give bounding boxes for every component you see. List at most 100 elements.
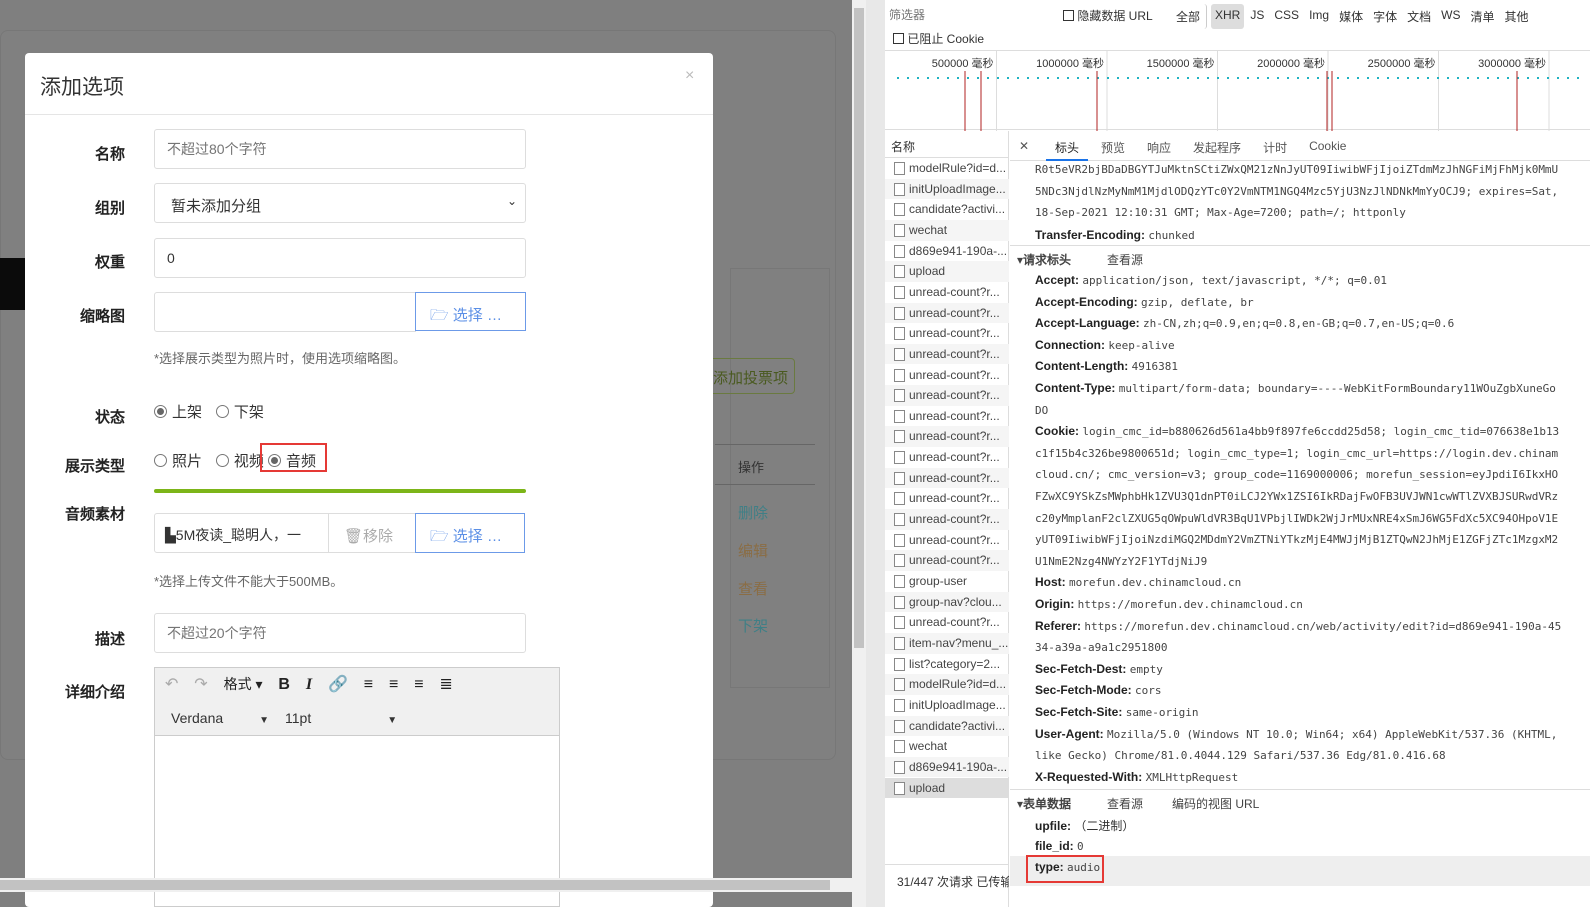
font-size-dropdown[interactable]: 11pt ▼: [285, 710, 397, 726]
type-filter-1[interactable]: XHR: [1211, 4, 1245, 29]
timeline-request-mark: [1087, 77, 1089, 79]
delete-link[interactable]: 删除: [738, 502, 768, 523]
link-icon[interactable]: 🔗: [328, 674, 348, 694]
close-icon[interactable]: ×: [685, 67, 694, 85]
details-tab-0[interactable]: 标头: [1046, 131, 1089, 161]
audio-choose-button[interactable]: 🗁 选择 …: [415, 513, 525, 553]
page-scrollbar[interactable]: [852, 0, 866, 907]
web-page-overlay: 添加投票项 操作 删除 编辑 查看 下架 添加选项 × 名称 组别 暂未添加分组…: [0, 0, 852, 907]
view-source-link[interactable]: 查看源: [1107, 795, 1143, 812]
description-input[interactable]: [154, 613, 526, 653]
redo-icon[interactable]: ↷: [194, 674, 207, 694]
timeline-request-mark: [1297, 77, 1299, 79]
timeline-request-mark: [1507, 77, 1509, 79]
timeline-request-mark: [1187, 77, 1189, 79]
devtools-divider[interactable]: [866, 0, 885, 907]
type-filter-5[interactable]: 媒体: [1335, 4, 1367, 29]
view-link[interactable]: 查看: [738, 578, 768, 599]
view-source-link[interactable]: 查看源: [1107, 251, 1143, 268]
audio-choose-label: 选择 …: [452, 528, 502, 545]
type-filter-9[interactable]: 清单: [1466, 4, 1498, 29]
align-center-icon[interactable]: ≡: [389, 676, 398, 694]
align-left-icon[interactable]: ≡: [364, 676, 373, 694]
thumbnail-path: [154, 292, 416, 332]
close-details-icon[interactable]: ✕: [1019, 139, 1029, 153]
details-tab-3[interactable]: 发起程序: [1184, 131, 1250, 161]
hide-data-url-checkbox[interactable]: 隐藏数据 URL: [1063, 7, 1153, 24]
align-right-icon[interactable]: ≡: [414, 676, 423, 694]
weight-label: 权重: [94, 254, 125, 271]
response-header-value: 18-Sep-2021 12:10:31 GMT; Max-Age=7200; …: [1035, 206, 1406, 220]
timeline-request-mark: [1157, 77, 1159, 79]
type-filter-3[interactable]: CSS: [1270, 4, 1303, 29]
type-filter-10[interactable]: 其他: [1500, 4, 1532, 29]
timeline-request-mark: [1457, 77, 1459, 79]
add-vote-item-button[interactable]: 添加投票项: [700, 358, 795, 394]
name-column-header[interactable]: 名称: [885, 131, 1008, 158]
form-data-section[interactable]: ▾表单数据: [1017, 795, 1071, 812]
offline-link[interactable]: 下架: [738, 615, 768, 636]
timeline-request-mark: [1077, 77, 1079, 79]
name-input[interactable]: [154, 129, 526, 169]
request-header: Cookie: login_cmc_id=b880626d561a4bb9f89…: [1035, 424, 1560, 439]
type-filter-7[interactable]: 文档: [1403, 4, 1435, 29]
timeline-request-mark: [1137, 77, 1139, 79]
timeline-request-mark: [1237, 77, 1239, 79]
display-video-radio[interactable]: 视频: [215, 453, 264, 470]
edit-link[interactable]: 编辑: [738, 540, 768, 561]
request-header: Content-Length: 4916381: [1035, 359, 1179, 374]
timeline-request-mark: [1217, 77, 1219, 79]
devtools-network-panel: 隐藏数据 URL 全部XHRJSCSSImg媒体字体文档WS清单其他 已阻止 C…: [885, 0, 1590, 907]
status-online-radio[interactable]: 上架: [154, 404, 202, 421]
request-header: User-Agent: Mozilla/5.0 (Windows NT 10.0…: [1035, 726, 1558, 741]
request-header: Sec-Fetch-Dest: empty: [1035, 661, 1163, 676]
form-data-field: upfile: （二进制）: [1035, 819, 1135, 833]
display-photo-radio[interactable]: 照片: [154, 453, 202, 470]
status-label: 状态: [94, 409, 125, 426]
form-data-field: type: audio: [1035, 860, 1101, 875]
modal-title: 添加选项: [40, 76, 124, 99]
group-select[interactable]: 暂未添加分组 ⌄: [154, 183, 526, 223]
request-header: c20yMmplanF2clZXUG5qOWpuWldVR3BqU1VPbjlI…: [1035, 511, 1559, 525]
audio-file-name: ▙5M夜读_聪明人，一: [154, 513, 329, 553]
type-filter-2[interactable]: JS: [1246, 4, 1268, 29]
undo-icon[interactable]: ↶: [165, 674, 178, 694]
details-tab-1[interactable]: 预览: [1092, 131, 1134, 161]
request-header: like Gecko) Chrome/81.0.4044.129 Safari/…: [1035, 749, 1446, 763]
bold-icon[interactable]: B: [278, 676, 290, 694]
request-headers-section[interactable]: ▾请求标头: [1017, 251, 1071, 268]
details-tab-4[interactable]: 计时: [1254, 131, 1296, 161]
response-header-value: R0t5eVR2bjBDaDBGYTJuMktnSCtiZWxQM21zNnJy…: [1035, 163, 1559, 176]
request-header: Host: morefun.dev.chinamcloud.cn: [1035, 575, 1242, 590]
audio-remove-button[interactable]: 🗑移除: [328, 513, 416, 553]
thumbnail-choose-button[interactable]: 🗁 选择 …: [415, 292, 526, 331]
display-audio-radio[interactable]: 音频: [260, 443, 327, 472]
justify-icon[interactable]: ≣: [440, 674, 453, 694]
weight-input[interactable]: 0: [154, 238, 526, 278]
timeline-request-mark: [977, 77, 979, 79]
thumbnail-hint: *选择展示类型为照片时，使用选项缩略图。: [154, 351, 407, 366]
view-url-encoded-link[interactable]: 编码的视图 URL: [1172, 795, 1259, 812]
details-tab-2[interactable]: 响应: [1138, 131, 1180, 161]
group-label: 组别: [94, 200, 125, 217]
italic-icon[interactable]: I: [306, 676, 312, 694]
type-filter-4[interactable]: Img: [1305, 4, 1333, 29]
timeline-request-mark: [1067, 77, 1069, 79]
display-type-radio-group: 照片 视频: [154, 450, 274, 471]
status-offline-radio[interactable]: 下架: [215, 404, 264, 421]
type-filter-6[interactable]: 字体: [1369, 4, 1401, 29]
request-header: Content-Type: multipart/form-data; bound…: [1035, 381, 1556, 395]
request-header: Accept-Language: zh-CN,zh;q=0.9,en;q=0.8…: [1035, 316, 1455, 331]
rich-text-editor[interactable]: ↶ ↷ 格式 ▾ B I 🔗 ≡ ≡ ≡ ≣ Verdana ▼ 11pt ▼: [154, 667, 560, 907]
blocked-cookies-checkbox[interactable]: 已阻止 Cookie: [893, 30, 984, 47]
details-tab-5[interactable]: Cookie: [1300, 131, 1355, 161]
font-family-dropdown[interactable]: Verdana ▼: [171, 710, 269, 726]
type-filter-0[interactable]: 全部: [1172, 4, 1208, 29]
timeline-overview[interactable]: 500000 毫秒 1000000 毫秒 1500000 毫秒 2000000 毫秒 2…: [885, 50, 1590, 131]
type-filter-8[interactable]: WS: [1437, 4, 1464, 29]
timeline-request-mark: [1537, 77, 1539, 79]
timeline-request-mark: [957, 77, 959, 79]
format-dropdown[interactable]: 格式 ▾: [224, 674, 263, 694]
horizontal-scrollbar[interactable]: [0, 878, 852, 892]
filter-input[interactable]: [889, 5, 1049, 25]
